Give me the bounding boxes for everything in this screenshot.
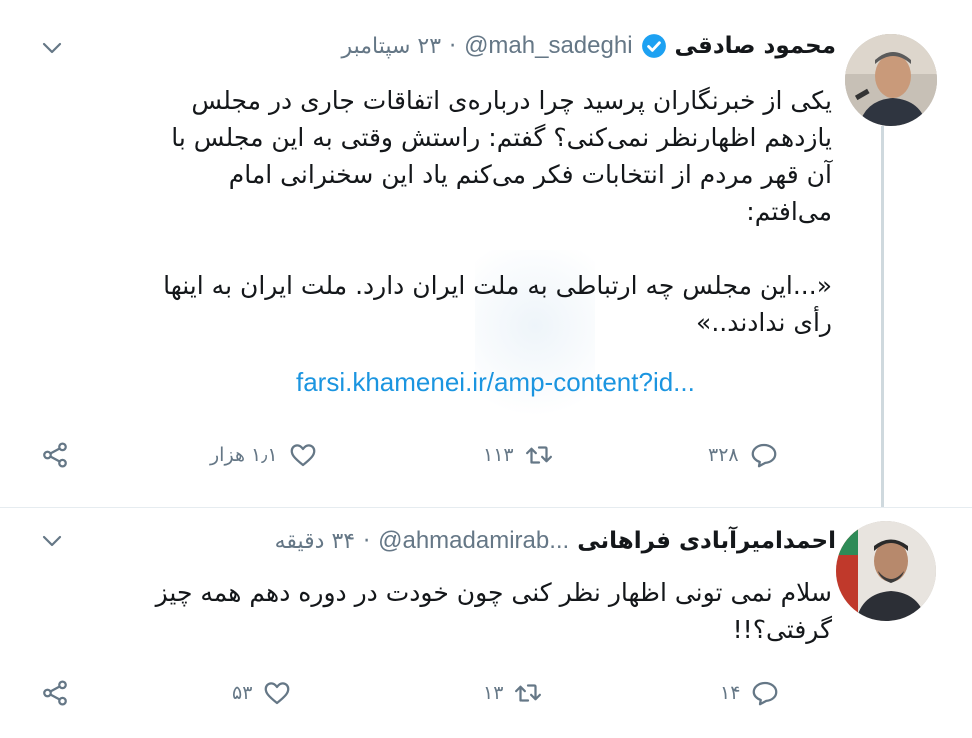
text-line [112, 230, 832, 267]
share-icon [43, 442, 67, 468]
text-line: گرفتی؟!! [732, 615, 832, 644]
like-button[interactable]: ۱٫۱ هزار [210, 440, 318, 470]
tweet-link[interactable]: farsi.khamenei.ir/amp-content?id... [296, 367, 695, 398]
share-icon [43, 680, 67, 706]
user-handle[interactable]: @ahmadamirab... [378, 527, 569, 555]
text-line: یازدهم اظهارنظر نمی‌کنی؟ گفتم: راستش وقت… [171, 123, 832, 152]
like-button[interactable]: ۵۳ [232, 678, 292, 708]
verified-badge-icon [641, 34, 666, 58]
retweet-count: ۱۱۳ [483, 444, 514, 466]
share-button[interactable] [40, 440, 70, 470]
tweet-1-header: محمود صادقی @mah_sadeghi · ۲۳ سپتامبر [341, 32, 836, 60]
display-name[interactable]: محمود صادقی [675, 33, 836, 59]
chevron-down-icon[interactable] [40, 36, 64, 60]
text-line: آن قهر مردم از انتخابات فکر می‌کنم یاد ا… [228, 160, 832, 189]
avatar-ahmad-amirabadi[interactable] [836, 521, 936, 621]
avatar-mahmoud-sadeghi[interactable] [845, 34, 937, 126]
retweet-button[interactable]: ۱۱۳ [483, 440, 554, 470]
tweet-1-text: یکی از خبرنگاران پرسید چرا درباره‌ی اتفا… [112, 82, 832, 341]
like-count: ۵۳ [232, 682, 253, 704]
text-line: رأی ندادند..» [696, 308, 832, 337]
like-icon [290, 444, 315, 467]
display-name[interactable]: احمدامیرآبادی فراهانی [577, 528, 836, 554]
tweet-divider [0, 507, 972, 508]
reply-button[interactable]: ۳۲۸ [708, 440, 779, 470]
share-button[interactable] [40, 678, 70, 708]
tweet-2-header: احمدامیرآبادی فراهانی @ahmadamirab... · … [275, 527, 836, 555]
retweet-icon [515, 684, 542, 702]
text-line: سلام نمی تونی اظهار نظر کنی چون خودت در … [155, 578, 832, 607]
chevron-down-icon[interactable] [40, 529, 64, 553]
reply-button[interactable]: ۱۴ [720, 678, 780, 708]
reply-count: ۱۴ [720, 682, 741, 704]
tweet-time[interactable]: ۲۳ سپتامبر [341, 34, 441, 59]
retweet-count: ۱۳ [483, 682, 504, 704]
retweet-button[interactable]: ۱۳ [483, 678, 543, 708]
text-line: یکی از خبرنگاران پرسید چرا درباره‌ی اتفا… [191, 86, 832, 115]
reply-icon [751, 443, 776, 468]
retweet-icon [525, 446, 552, 464]
like-icon [265, 682, 290, 705]
tweet-time[interactable]: ۳۴ دقیقه [275, 529, 356, 554]
reply-icon [753, 681, 778, 706]
separator-dot: · [363, 528, 371, 554]
thread-connector-line [881, 126, 884, 508]
like-count: ۱٫۱ هزار [210, 444, 278, 466]
separator-dot: · [449, 33, 457, 59]
reply-count: ۳۲۸ [708, 444, 739, 466]
tweet-2-text: سلام نمی تونی اظهار نظر کنی چون خودت در … [112, 574, 832, 648]
text-line: «...این مجلس چه ارتباطی به ملت ایران دار… [163, 271, 832, 300]
text-line: می‌افتم: [746, 197, 832, 226]
user-handle[interactable]: @mah_sadeghi [464, 32, 632, 60]
